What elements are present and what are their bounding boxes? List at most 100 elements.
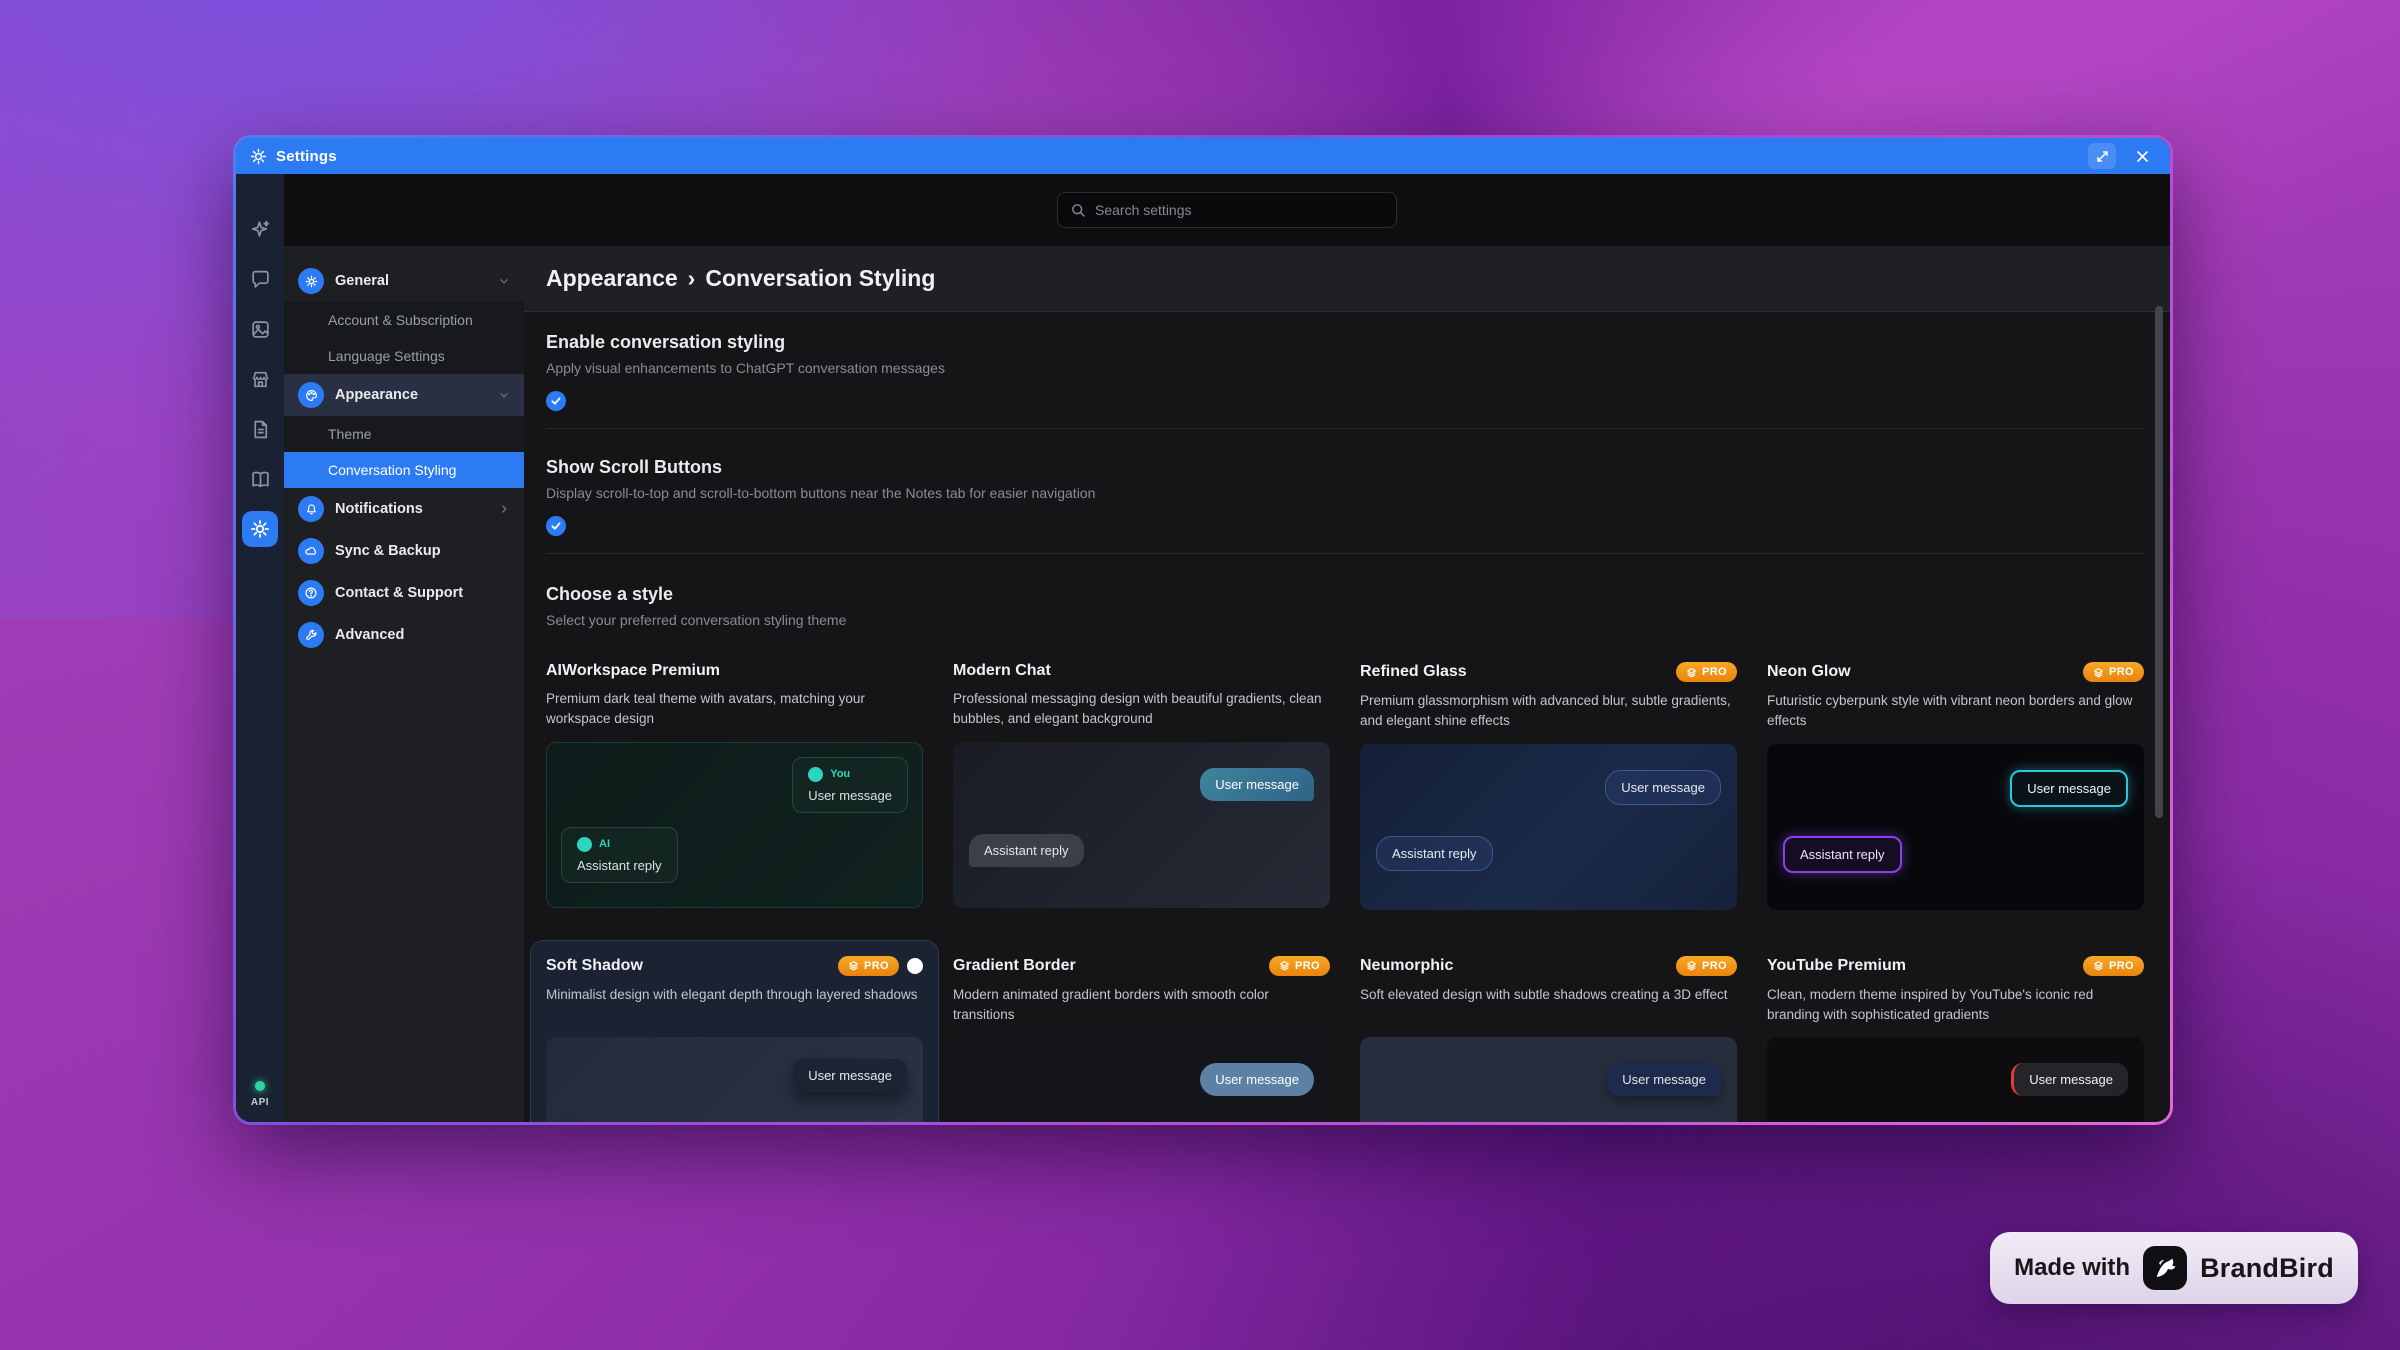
expand-button[interactable] [2088,143,2116,169]
theme-preview: User message Assistant reply [1767,1037,2144,1122]
setting-title: Show Scroll Buttons [546,457,2144,478]
theme-preview: User message Assistant reply [953,1037,1330,1122]
enable-styling-checkbox[interactable] [546,391,566,411]
close-button[interactable] [2128,143,2156,169]
sidebar-item-label: Sync & Backup [335,543,510,559]
settings-sidebar: General Account & Subscription Language … [284,246,524,1122]
pro-badge: PRO [1676,956,1737,976]
sidebar-item-account-subscription[interactable]: Account & Subscription [284,302,524,338]
settings-rail-icon[interactable] [242,511,278,547]
pro-badge: PRO [838,956,899,976]
theme-card-refined-glass[interactable]: Refined Glass PRO Premium glassmorphism … [1360,662,1737,910]
pro-badge: PRO [1269,956,1330,976]
theme-preview: You User message AI Assistant reply [546,742,923,908]
theme-card-neumorphic[interactable]: Neumorphic PRO Soft elevated design with… [1360,956,1737,1123]
search-strip [284,174,2170,246]
sidebar-item-conversation-styling[interactable]: Conversation Styling [284,452,524,488]
theme-name: Neon Glow [1767,663,2075,681]
wrench-icon [298,622,324,648]
content-pane: Appearance › Conversation Styling Enable… [524,246,2170,1122]
window-title: Settings [276,148,337,165]
document-icon[interactable] [249,418,271,440]
sidebar-item-appearance[interactable]: Appearance [284,374,524,416]
assistant-reply-bubble: Assistant reply [1783,836,1902,873]
api-status-label: API [251,1097,269,1108]
settings-scroll-area: Enable conversation styling Apply visual… [524,312,2170,1122]
user-message-bubble: User message [2010,770,2128,807]
pro-badge: PRO [2083,662,2144,682]
theme-name: Soft Shadow [546,957,830,975]
setting-description: Apply visual enhancements to ChatGPT con… [546,360,2144,376]
section-subtitle: Select your preferred conversation styli… [546,612,2144,628]
pro-label: PRO [2109,666,2134,678]
sidebar-item-sync-backup[interactable]: Sync & Backup [284,530,524,572]
theme-grid: AIWorkspace Premium Premium dark teal th… [546,662,2144,1122]
check-icon [550,395,562,407]
divider [546,428,2144,429]
sidebar-item-label: Appearance [335,387,487,403]
sidebar-item-label: Notifications [335,501,487,517]
store-icon[interactable] [249,368,271,390]
window-titlebar: Settings [236,138,2170,174]
theme-card-soft-shadow[interactable]: Soft Shadow PRO Minimalist design with e… [530,940,939,1123]
theme-card-youtube-premium[interactable]: YouTube Premium PRO Clean, modern theme … [1767,956,2144,1123]
user-message-bubble: User message [1200,768,1314,801]
brandbird-badge: Made with BrandBird [1990,1232,2358,1304]
pro-label: PRO [1702,666,1727,678]
sidebar-item-contact-support[interactable]: Contact & Support [284,572,524,614]
theme-name: Modern Chat [953,662,1330,680]
search-box[interactable] [1057,192,1397,228]
pro-label: PRO [2109,960,2134,972]
theme-card-neon-glow[interactable]: Neon Glow PRO Futuristic cyberpunk style… [1767,662,2144,910]
chevron-down-icon [498,275,510,287]
sidebar-item-general[interactable]: General [284,260,524,302]
assistant-reply-bubble: AI Assistant reply [561,827,678,883]
theme-preview: User message Assistant reply [1360,744,1737,910]
user-message-bubble: You User message [792,757,908,813]
theme-preview: User message Assistant reply [546,1037,923,1123]
theme-description: Soft elevated design with subtle shadows… [1360,985,1737,1025]
page-title: Conversation Styling [705,265,935,292]
theme-description: Clean, modern theme inspired by YouTube'… [1767,985,2144,1026]
sidebar-item-advanced[interactable]: Advanced [284,614,524,656]
chevron-down-icon [498,389,510,401]
icon-rail: API [236,174,284,1122]
setting-title: Enable conversation styling [546,332,2144,353]
show-scroll-buttons-checkbox[interactable] [546,516,566,536]
setting-description: Display scroll-to-top and scroll-to-bott… [546,485,2144,501]
layers-icon [1686,960,1697,971]
sidebar-item-language-settings[interactable]: Language Settings [284,338,524,374]
avatar-name: AI [599,838,610,850]
pro-badge: PRO [2083,956,2144,976]
book-icon[interactable] [249,468,271,490]
search-input[interactable] [1095,202,1384,218]
theme-description: Modern animated gradient borders with sm… [953,985,1330,1026]
avatar-name: You [830,768,850,780]
theme-card-gradient-border[interactable]: Gradient Border PRO Modern animated grad… [953,956,1330,1123]
help-icon [298,580,324,606]
cloud-icon [298,538,324,564]
user-message-bubble: User message [1200,1063,1314,1096]
layers-icon [1279,960,1290,971]
user-message-bubble: User message [1605,770,1721,805]
sidebar-item-notifications[interactable]: Notifications [284,488,524,530]
image-icon[interactable] [249,318,271,340]
made-with-label: Made with [2014,1254,2130,1282]
chat-icon[interactable] [249,268,271,290]
theme-description: Futuristic cyberpunk style with vibrant … [1767,691,2144,732]
theme-name: AIWorkspace Premium [546,662,923,680]
sidebar-item-label: Contact & Support [335,585,510,601]
brandbird-logo-icon [2143,1246,2187,1290]
layers-icon [848,960,859,971]
theme-card-modern-chat[interactable]: Modern Chat Professional messaging desig… [953,662,1330,910]
sparkles-icon[interactable] [249,218,271,240]
selected-indicator [907,958,923,974]
theme-card-aiworkspace-premium[interactable]: AIWorkspace Premium Premium dark teal th… [546,662,923,910]
theme-name: Gradient Border [953,957,1261,975]
content-scrollbar[interactable] [2155,306,2163,818]
theme-preview: User message Assistant reply [953,742,1330,908]
sidebar-item-theme[interactable]: Theme [284,416,524,452]
setting-show-scroll-buttons: Show Scroll Buttons Display scroll-to-to… [546,457,2144,554]
breadcrumb-section: Appearance [546,265,678,292]
theme-description: Premium dark teal theme with avatars, ma… [546,689,923,730]
